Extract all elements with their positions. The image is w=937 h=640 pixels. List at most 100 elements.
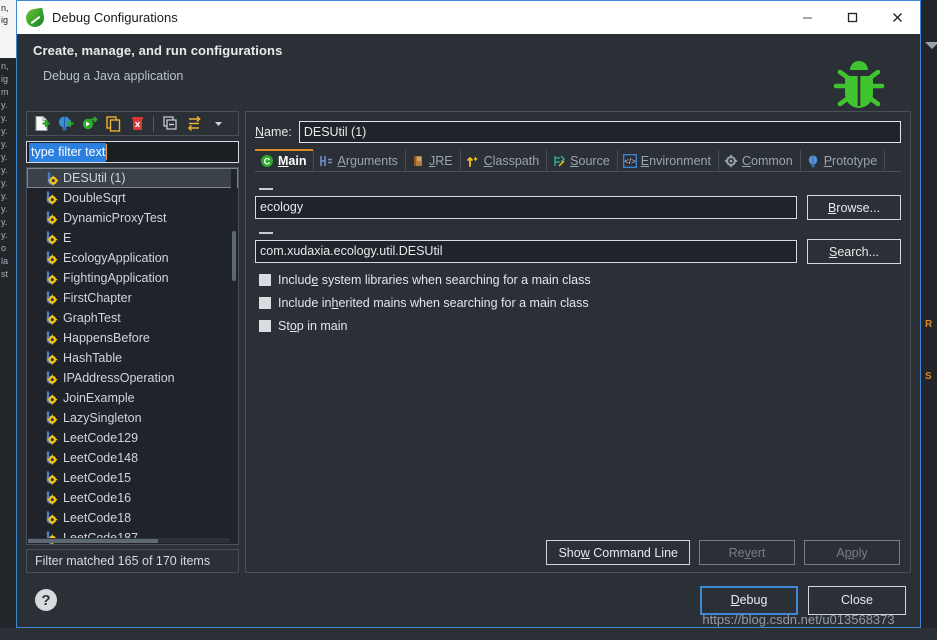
tree-item-label: LazySingleton xyxy=(63,411,142,425)
java-application-icon xyxy=(44,251,59,266)
maximize-button[interactable] xyxy=(830,1,875,34)
java-application-icon xyxy=(44,371,59,386)
configuration-name-input[interactable]: DESUtil (1) xyxy=(298,121,901,143)
background-text-fragment: n, xyxy=(1,61,9,71)
tree-item[interactable]: LeetCode16 xyxy=(27,488,238,508)
toolbar-separator xyxy=(153,115,154,132)
browse-button[interactable]: Browse... xyxy=(807,195,901,220)
background-text-fragment: y. xyxy=(1,178,8,188)
tree-item-label: E xyxy=(63,231,72,245)
chevron-down-icon[interactable] xyxy=(207,114,229,134)
checkbox-box[interactable] xyxy=(259,297,271,309)
search-button[interactable]: Search... xyxy=(807,239,901,264)
tree-item[interactable]: E xyxy=(27,228,238,248)
configurations-tree[interactable]: DESUtil (1) DoubleSqrt DynamicProxyTest E Ec… xyxy=(26,167,239,545)
tree-item[interactable]: EcologyApplication xyxy=(27,248,238,268)
export-configuration-icon[interactable] xyxy=(78,114,100,134)
tree-item[interactable]: LeetCode129 xyxy=(27,428,238,448)
tree-item[interactable]: HashTable xyxy=(27,348,238,368)
filter-icon[interactable] xyxy=(183,114,205,134)
checkbox-box[interactable] xyxy=(259,274,271,286)
green-bug-icon xyxy=(828,54,890,116)
tab-jre[interactable]: JRE xyxy=(406,150,461,171)
tab-common[interactable]: Common xyxy=(719,150,801,171)
duplicate-icon[interactable] xyxy=(102,114,124,134)
java-application-icon xyxy=(44,391,59,406)
help-icon[interactable]: ? xyxy=(35,589,57,611)
main-tab-content: ecology Browse... com.xudaxia.ecology.ut… xyxy=(255,172,901,540)
close-button[interactable] xyxy=(875,1,920,34)
show-command-line-button[interactable]: Show Command Line xyxy=(546,540,690,565)
tab-source[interactable]: Source xyxy=(547,150,618,171)
tree-item[interactable]: DoubleSqrt xyxy=(27,188,238,208)
tree-item-label: DoubleSqrt xyxy=(63,191,126,205)
tree-item[interactable]: FightingApplication xyxy=(27,268,238,288)
tree-item-label: LeetCode129 xyxy=(63,431,139,445)
tree-item-label: FirstChapter xyxy=(63,291,132,305)
tree-item[interactable]: IPAddressOperation xyxy=(27,368,238,388)
checkbox-row[interactable]: Stop in main xyxy=(255,319,901,333)
main-class-row: com.xudaxia.ecology.util.DESUtil Search.… xyxy=(255,239,901,264)
tree-item[interactable]: DESUtil (1) xyxy=(27,168,238,188)
java-application-icon xyxy=(44,491,59,506)
tab-classpath[interactable]: Classpath xyxy=(461,150,548,171)
checkbox-box[interactable] xyxy=(259,320,271,332)
tree-item[interactable]: JoinExample xyxy=(27,388,238,408)
minimize-button[interactable] xyxy=(785,1,830,34)
background-left-top-fragment: n, ig xyxy=(0,0,16,58)
tree-item[interactable]: LeetCode15 xyxy=(27,468,238,488)
tree-item-label: LeetCode18 xyxy=(63,511,132,525)
tree-item[interactable]: LeetCode148 xyxy=(27,448,238,468)
tree-item-label: HashTable xyxy=(63,351,123,365)
common-tab-icon xyxy=(724,154,738,168)
main-class-input[interactable]: com.xudaxia.ecology.util.DESUtil xyxy=(255,240,797,263)
tab-prototype[interactable]: Prototype xyxy=(801,150,886,171)
dialog-header: Create, manage, and run configurations D… xyxy=(17,34,920,108)
tree-item[interactable]: HappensBefore xyxy=(27,328,238,348)
tab-arguments[interactable]: Arguments xyxy=(314,150,406,171)
java-application-icon xyxy=(44,331,59,346)
tree-item[interactable]: LazySingleton xyxy=(27,408,238,428)
tree-toolbar xyxy=(26,111,239,136)
checkbox-label: Stop in main xyxy=(278,319,348,333)
tree-item-label: DynamicProxyTest xyxy=(63,211,167,225)
source-tab-icon xyxy=(552,154,566,168)
new-prototype-icon[interactable] xyxy=(54,114,76,134)
background-text-fragment: y. xyxy=(1,100,8,110)
tree-vertical-scrollbar[interactable] xyxy=(231,169,237,543)
eclipse-leaf-icon xyxy=(24,7,46,28)
search-input[interactable]: type filter text xyxy=(26,141,239,163)
svg-text:</>: </> xyxy=(624,157,636,166)
checkbox-row[interactable]: Include system libraries when searching … xyxy=(255,273,901,287)
button-label: Revert xyxy=(728,545,766,560)
background-text-fragment: S xyxy=(925,371,932,382)
tree-item[interactable]: DynamicProxyTest xyxy=(27,208,238,228)
background-text-fragment: y. xyxy=(1,152,8,162)
debug-button[interactable]: Debug xyxy=(700,585,798,615)
new-configuration-icon[interactable] xyxy=(30,114,52,134)
project-label xyxy=(259,188,273,190)
project-input[interactable]: ecology xyxy=(255,196,797,219)
tree-horizontal-scrollbar[interactable] xyxy=(28,538,230,543)
tree-item[interactable]: FirstChapter xyxy=(27,288,238,308)
tab-environment[interactable]: </> Environment xyxy=(618,150,719,171)
dialog-body: type filter text DESUtil (1) DoubleSqrt Dy… xyxy=(17,107,920,573)
delete-icon[interactable] xyxy=(126,114,148,134)
collapse-all-icon[interactable] xyxy=(159,114,181,134)
classpath-tab-icon xyxy=(466,154,480,168)
tree-item[interactable]: GraphTest xyxy=(27,308,238,328)
close-button-footer[interactable]: Close xyxy=(808,585,906,615)
scrollbar-thumb[interactable] xyxy=(232,231,236,281)
java-application-icon xyxy=(44,271,59,286)
filter-status-text: Filter matched 165 of 170 items xyxy=(26,549,239,573)
java-application-icon xyxy=(44,311,59,326)
main-tab-icon: C xyxy=(260,154,274,168)
main-class-label xyxy=(259,232,273,234)
tab-main[interactable]: C Main xyxy=(255,149,315,171)
page-title: Create, manage, and run configurations xyxy=(33,43,283,58)
revert-button: Revert xyxy=(699,540,795,565)
java-application-icon xyxy=(44,191,59,206)
tree-item[interactable]: LeetCode18 xyxy=(27,508,238,528)
checkbox-row[interactable]: Include inherited mains when searching f… xyxy=(255,296,901,310)
scrollbar-thumb-horizontal[interactable] xyxy=(28,539,158,543)
